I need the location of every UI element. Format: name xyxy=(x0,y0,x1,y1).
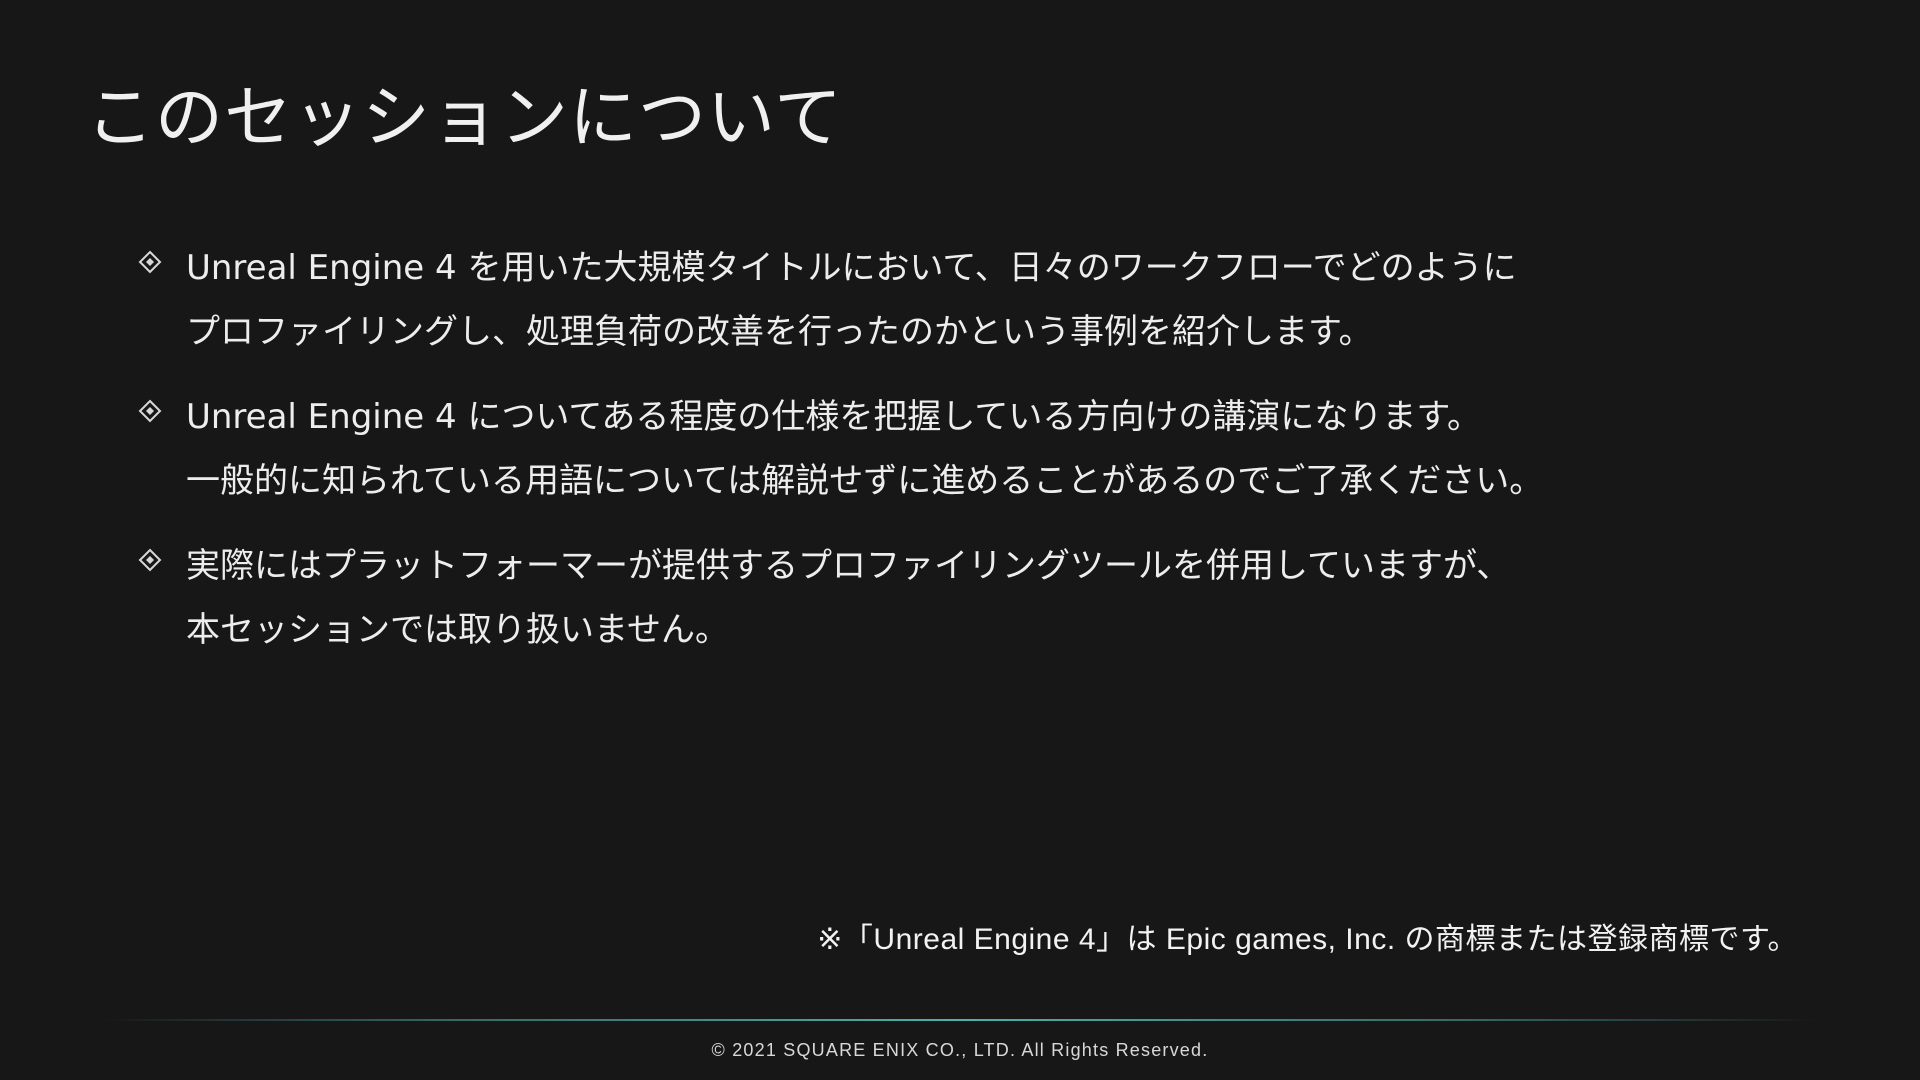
bullet-item: Unreal Engine 4 を用いた大規模タイトルにおいて、日々のワークフロ… xyxy=(138,236,1778,364)
diamond-bullet-icon xyxy=(138,548,162,572)
bullet-line: 一般的に知られている用語については解説せずに進めることがあるのでご了承ください。 xyxy=(186,461,1544,501)
bullet-line: 本セッションでは取り扱いません。 xyxy=(186,610,729,650)
diamond-bullet-icon xyxy=(138,250,162,274)
bullet-line: プロファイリングし、処理負荷の改善を行ったのかという事例を紹介します。 xyxy=(186,312,1373,352)
slide-title: このセッションについて xyxy=(86,79,843,158)
bullet-list: Unreal Engine 4 を用いた大規模タイトルにおいて、日々のワークフロ… xyxy=(138,236,1778,683)
bullet-line: Unreal Engine 4 を用いた大規模タイトルにおいて、日々のワークフロ… xyxy=(186,248,1517,288)
trademark-note: ※「Unreal Engine 4」は Epic games, Inc. の商標… xyxy=(817,923,1798,956)
bullet-item: 実際にはプラットフォーマーが提供するプロファイリングツールを併用していますが、 … xyxy=(138,534,1778,662)
bullet-line: 実際にはプラットフォーマーが提供するプロファイリングツールを併用していますが、 xyxy=(186,546,1511,586)
bullet-item: Unreal Engine 4 についてある程度の仕様を把握している方向けの講演… xyxy=(138,385,1778,513)
copyright-notice: © 2021 SQUARE ENIX CO., LTD. All Rights … xyxy=(711,1040,1209,1060)
footer-divider xyxy=(100,1019,1820,1021)
diamond-bullet-icon xyxy=(138,399,162,423)
bullet-line: Unreal Engine 4 についてある程度の仕様を把握している方向けの講演… xyxy=(186,397,1481,437)
